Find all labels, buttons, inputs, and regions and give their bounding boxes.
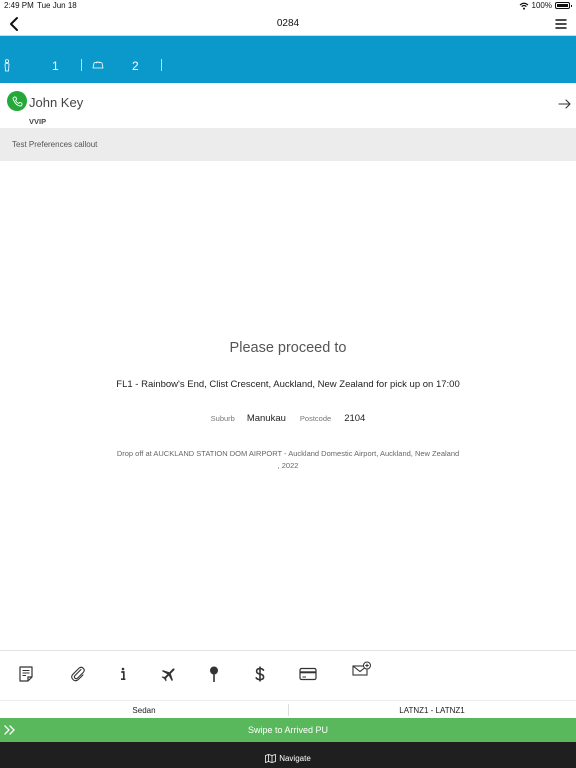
postcode-label: Postcode <box>299 414 332 423</box>
passenger-name: John Key <box>29 95 84 110</box>
luggage-icon-wrap <box>91 60 105 70</box>
phone-icon <box>12 96 22 106</box>
postcode-value: 2104 <box>344 413 366 424</box>
band-divider <box>81 59 82 71</box>
dropoff-address: Drop off at AUCKLAND STATION DOM AIRPORT… <box>98 448 478 472</box>
band-divider <box>161 59 162 71</box>
swipe-arrived-slider[interactable]: Swipe to Arrived PU <box>0 718 576 742</box>
status-time: 2:49 PM <box>4 1 34 10</box>
call-button[interactable] <box>7 91 27 111</box>
preferences-callout: Test Preferences callout <box>0 128 576 161</box>
arrow-right-icon <box>558 99 571 109</box>
preferences-text: Test Preferences callout <box>12 140 98 149</box>
battery-icon <box>555 2 572 9</box>
flight-icon <box>161 668 175 682</box>
notes-icon <box>19 666 33 682</box>
menu-button[interactable] <box>554 17 568 31</box>
wifi-icon <box>519 2 528 10</box>
info-button[interactable] <box>112 663 134 685</box>
card-icon <box>299 667 317 681</box>
navigate-button[interactable]: Navigate <box>0 742 576 768</box>
vehicle-type: Sedan <box>132 706 156 715</box>
location-button[interactable] <box>203 663 225 685</box>
map-icon <box>265 754 277 763</box>
pickup-address: FL1 - Rainbow's End, Clist Crescent, Auc… <box>116 379 460 390</box>
luggage-icon <box>92 61 104 69</box>
job-summary-band: 1 2 <box>0 36 576 83</box>
hamburger-icon <box>555 19 567 29</box>
location-pin-icon <box>210 666 218 682</box>
attachment-icon <box>71 666 85 682</box>
nav-bar: 0284 <box>0 12 576 36</box>
info-icon <box>121 667 126 681</box>
dollar-icon <box>255 666 265 682</box>
action-toolbar <box>0 650 576 694</box>
status-indicators: 100% <box>519 1 572 10</box>
payment-button[interactable] <box>297 663 319 685</box>
flight-button[interactable] <box>158 663 180 685</box>
page-title: 0284 <box>276 18 300 29</box>
send-message-button[interactable] <box>351 659 373 681</box>
notes-button[interactable] <box>15 663 37 685</box>
swipe-label: Swipe to Arrived PU <box>247 725 329 735</box>
vehicle-code: LATNZ1 - LATNZ1 <box>399 706 465 715</box>
status-date: Tue Jun 18 <box>37 1 77 10</box>
suburb-value: Manukau <box>246 413 286 424</box>
navigate-label: Navigate <box>279 754 311 763</box>
person-icon <box>4 59 10 72</box>
suburb-label: Suburb <box>210 414 235 423</box>
passenger-count: 1 <box>52 59 59 73</box>
dropoff-line: , 2022 <box>277 461 299 470</box>
passenger-row: John Key VVIP <box>0 83 576 128</box>
suburb-row: Suburb Manukau Postcode 2104 <box>0 413 576 424</box>
passenger-details-button[interactable] <box>558 97 572 109</box>
luggage-count: 2 <box>132 59 139 73</box>
status-bar: 2:49 PM Tue Jun 18 100% <box>0 0 576 12</box>
passenger-count-icon-wrap <box>2 59 12 72</box>
passenger-tag: VVIP <box>29 117 47 126</box>
navigate-content: Navigate <box>0 754 576 763</box>
add-email-icon <box>352 661 371 676</box>
pricing-button[interactable] <box>249 663 271 685</box>
proceed-heading: Please proceed to <box>229 340 347 356</box>
battery-percent: 100% <box>531 1 552 10</box>
dropoff-line: Drop off at AUCKLAND STATION DOM AIRPORT… <box>116 449 460 458</box>
vehicle-row: Sedan LATNZ1 - LATNZ1 <box>0 700 576 718</box>
attachment-button[interactable] <box>67 663 89 685</box>
